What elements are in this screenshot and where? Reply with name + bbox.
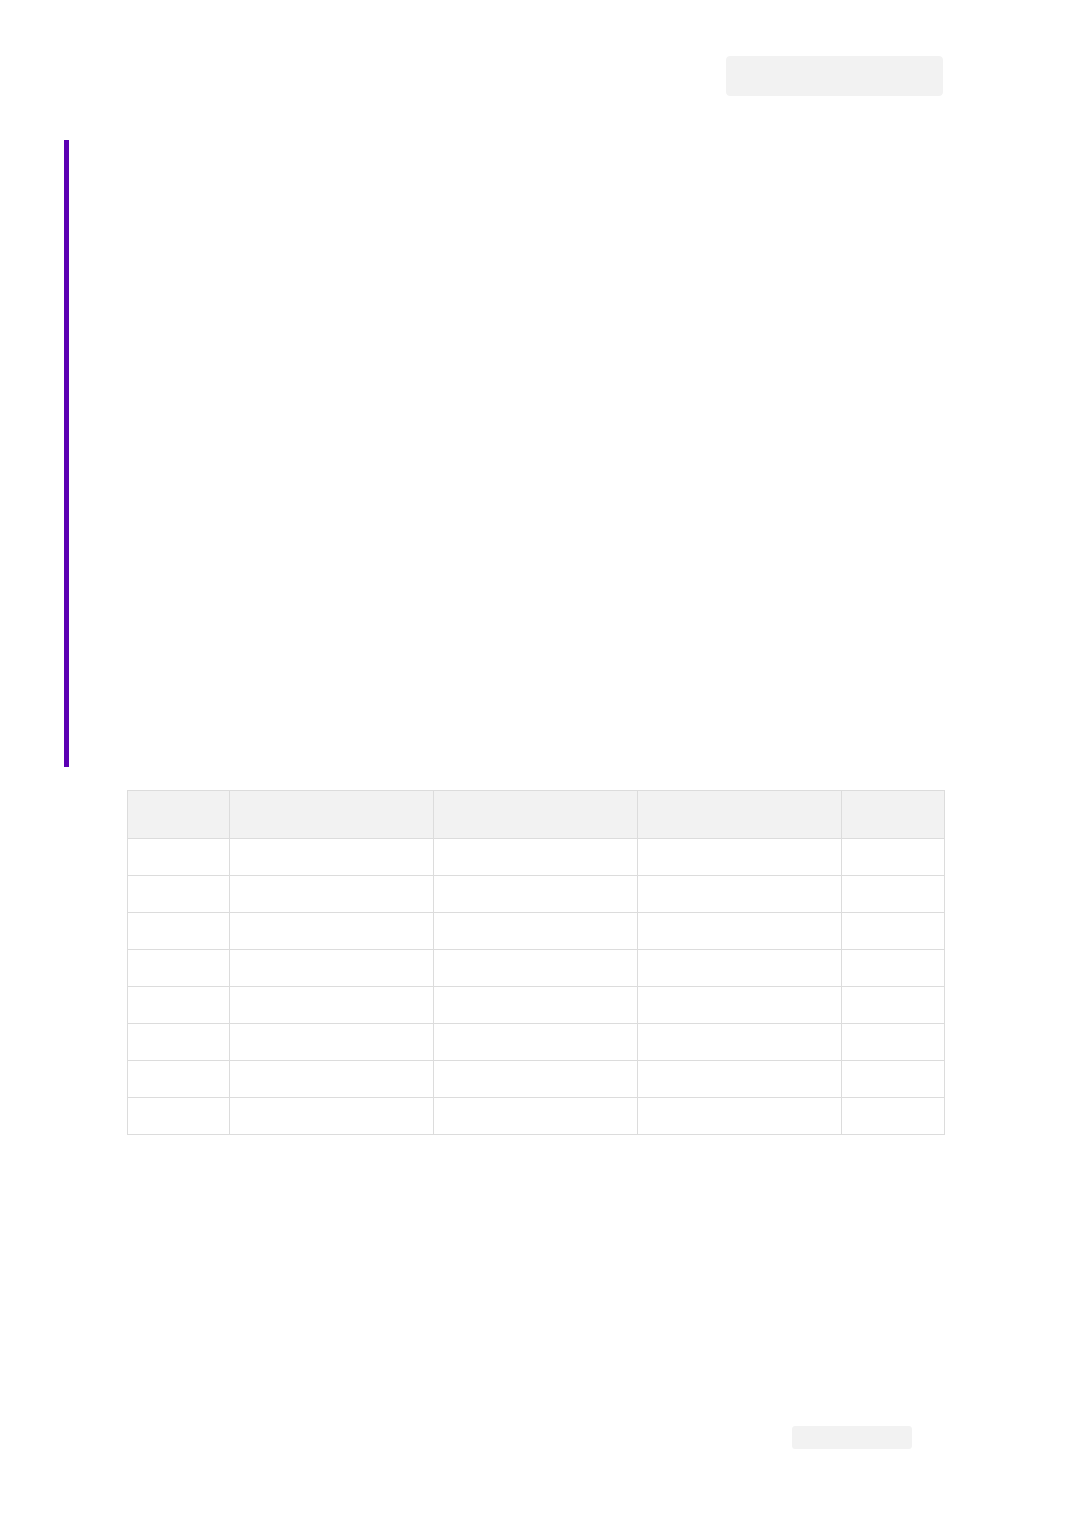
- table-cell: [433, 875, 638, 913]
- table-cell: [433, 1060, 638, 1098]
- table-cell: [229, 949, 434, 987]
- table-row: [127, 1097, 945, 1135]
- table-row: [127, 1023, 945, 1061]
- table-cell: [841, 838, 945, 876]
- table-cell: [637, 875, 842, 913]
- table-cell: [229, 1023, 434, 1061]
- table-cell: [229, 838, 434, 876]
- table-cell: [127, 912, 230, 950]
- table-cell: [433, 986, 638, 1024]
- header-badge: [726, 56, 943, 96]
- table-row: [127, 1060, 945, 1098]
- table-cell: [229, 986, 434, 1024]
- body-text: [92, 150, 943, 750]
- table-cell: [637, 949, 842, 987]
- footer-badge: [792, 1426, 912, 1449]
- table-cell: [127, 838, 230, 876]
- table-cell: [637, 838, 842, 876]
- table-cell: [229, 875, 434, 913]
- table-cell: [637, 1097, 842, 1135]
- table-header-cell: [433, 790, 638, 839]
- data-table: [127, 790, 945, 1135]
- table-cell: [433, 838, 638, 876]
- table-cell: [841, 1060, 945, 1098]
- table-cell: [841, 875, 945, 913]
- table-cell: [841, 949, 945, 987]
- table-cell: [127, 1097, 230, 1135]
- table-row: [127, 949, 945, 987]
- table-cell: [229, 1060, 434, 1098]
- table-cell: [841, 912, 945, 950]
- table-row: [127, 875, 945, 913]
- table-header-row: [127, 790, 945, 839]
- table-cell: [229, 912, 434, 950]
- table-cell: [433, 949, 638, 987]
- table-row: [127, 986, 945, 1024]
- table-cell: [127, 949, 230, 987]
- table-header-cell: [127, 790, 230, 839]
- table-cell: [127, 1023, 230, 1061]
- table-cell: [127, 1060, 230, 1098]
- table-cell: [841, 986, 945, 1024]
- table-cell: [841, 1097, 945, 1135]
- table-cell: [841, 1023, 945, 1061]
- accent-bar: [64, 140, 69, 767]
- table-cell: [637, 1060, 842, 1098]
- table-cell: [637, 1023, 842, 1061]
- table-cell: [433, 912, 638, 950]
- table-cell: [433, 1097, 638, 1135]
- table-cell: [127, 875, 230, 913]
- table-cell: [127, 986, 230, 1024]
- table-row: [127, 838, 945, 876]
- table-cell: [637, 912, 842, 950]
- table-row: [127, 912, 945, 950]
- table-cell: [229, 1097, 434, 1135]
- table-header-cell: [637, 790, 842, 839]
- table-header-cell: [841, 790, 945, 839]
- table-header-cell: [229, 790, 434, 839]
- table-cell: [637, 986, 842, 1024]
- table-cell: [433, 1023, 638, 1061]
